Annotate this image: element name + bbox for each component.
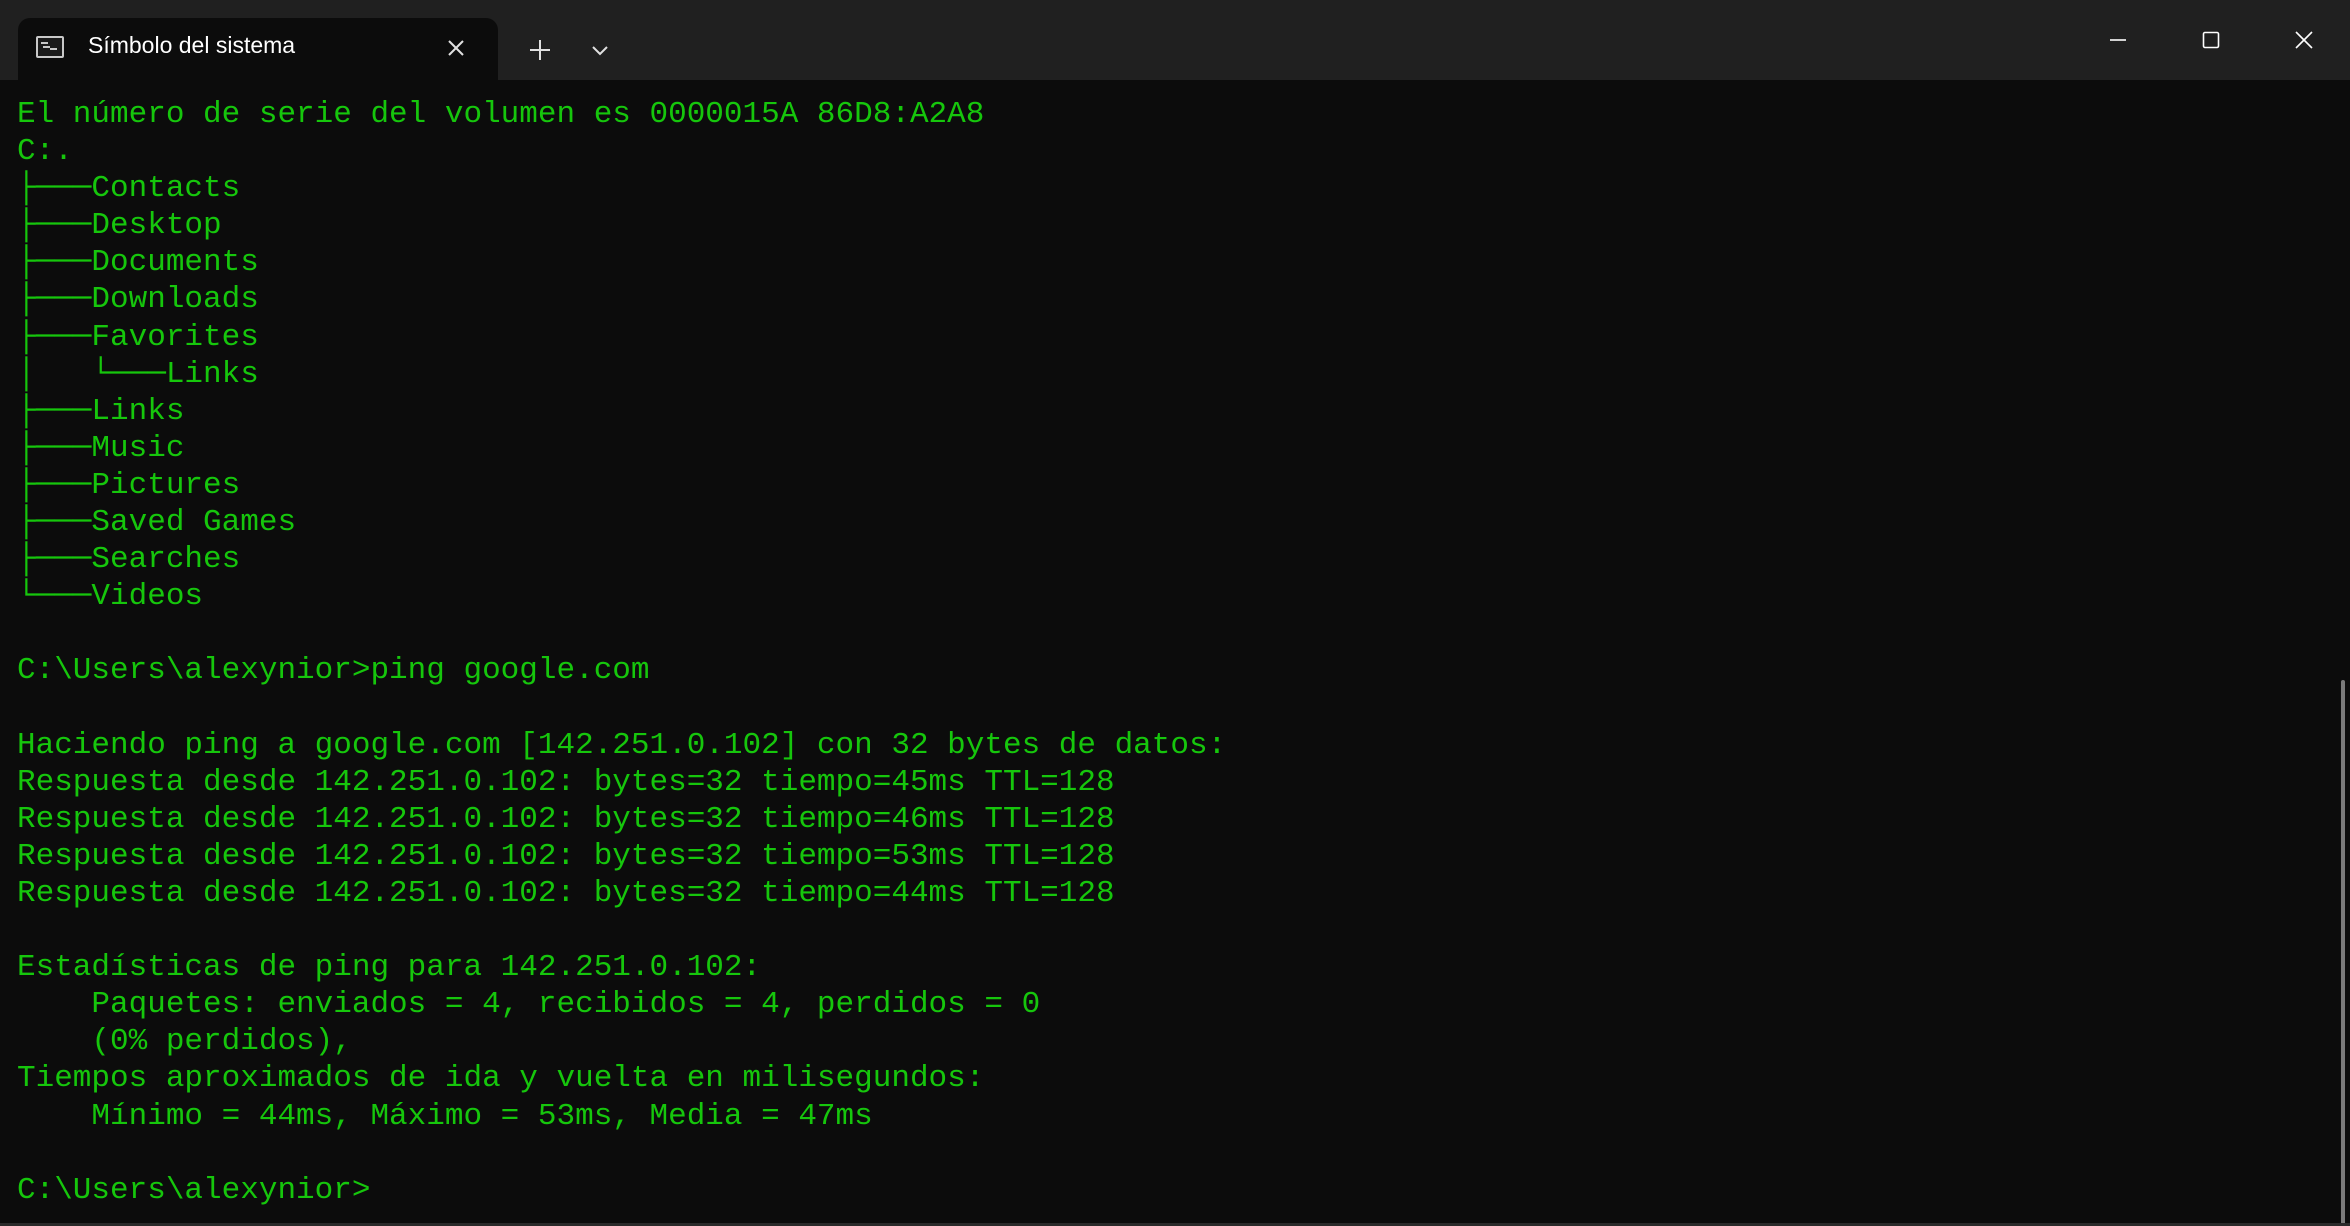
close-icon bbox=[2294, 31, 2313, 49]
terminal-line: (0% perdidos), bbox=[17, 1024, 352, 1060]
scrollbar-thumb[interactable] bbox=[2341, 680, 2345, 1226]
chevron-down-icon bbox=[592, 46, 608, 56]
terminal-line: └───Videos bbox=[17, 579, 204, 615]
terminal-line: Respuesta desde 142.251.0.102: bytes=32 … bbox=[17, 764, 1115, 800]
scrollbar[interactable] bbox=[2332, 80, 2350, 1226]
tab-dropdown-button[interactable] bbox=[580, 30, 620, 70]
terminal-line: C:. bbox=[17, 134, 73, 170]
maximize-button[interactable] bbox=[2164, 0, 2257, 80]
terminal-line: Haciendo ping a google.com [142.251.0.10… bbox=[17, 727, 1227, 763]
terminal-line: C:\Users\alexynior>ping google.com bbox=[17, 653, 650, 689]
terminal-line: ├───Contacts bbox=[17, 171, 241, 207]
terminal-line: Respuesta desde 142.251.0.102: bytes=32 … bbox=[17, 801, 1115, 837]
terminal-output[interactable]: El número de serie del volumen es 000001… bbox=[17, 96, 2317, 1221]
window-controls bbox=[2071, 0, 2350, 80]
tab-close-button[interactable] bbox=[438, 30, 474, 66]
terminal-line: El número de serie del volumen es 000001… bbox=[17, 97, 985, 132]
minimize-button[interactable] bbox=[2071, 0, 2164, 80]
terminal-line: ├───Desktop bbox=[17, 208, 222, 244]
terminal-line: ├───Pictures bbox=[17, 467, 241, 503]
terminal-line: Tiempos aproximados de ida y vuelta en m… bbox=[17, 1061, 985, 1097]
terminal-line: ├───Downloads bbox=[17, 282, 259, 318]
close-icon bbox=[448, 40, 464, 56]
terminal-line: Mínimo = 44ms, Máximo = 53ms, Media = 47… bbox=[17, 1098, 873, 1134]
close-button[interactable] bbox=[2257, 0, 2350, 80]
terminal-line: C:\Users\alexynior> bbox=[17, 1172, 371, 1208]
terminal-line: ├───Links bbox=[17, 393, 185, 429]
tab-title: Símbolo del sistema bbox=[88, 32, 296, 58]
terminal-line: ├───Saved Games bbox=[17, 505, 297, 541]
terminal-line: Paquetes: enviados = 4, recibidos = 4, p… bbox=[17, 987, 1041, 1023]
terminal-line: │ └───Links bbox=[17, 356, 259, 392]
terminal-line: Estadísticas de ping para 142.251.0.102: bbox=[17, 950, 762, 986]
terminal-line: Respuesta desde 142.251.0.102: bytes=32 … bbox=[17, 838, 1115, 874]
tab-simbolo-del-sistema[interactable]: Símbolo del sistema bbox=[18, 18, 498, 80]
new-tab-button[interactable] bbox=[520, 30, 560, 70]
terminal-line: ├───Documents bbox=[17, 245, 259, 281]
terminal-window: Símbolo del sistema El número de serie d… bbox=[0, 0, 2350, 1226]
terminal-line: ├───Music bbox=[17, 430, 185, 466]
maximize-icon bbox=[2202, 31, 2219, 49]
terminal-line: Respuesta desde 142.251.0.102: bytes=32 … bbox=[17, 875, 1115, 911]
terminal-line: ├───Searches bbox=[17, 542, 241, 578]
minimize-icon bbox=[2109, 39, 2126, 41]
title-bar[interactable]: Símbolo del sistema bbox=[0, 0, 2350, 80]
terminal-line: ├───Favorites bbox=[17, 319, 259, 355]
terminal-icon bbox=[36, 36, 64, 58]
plus-icon bbox=[530, 40, 550, 60]
